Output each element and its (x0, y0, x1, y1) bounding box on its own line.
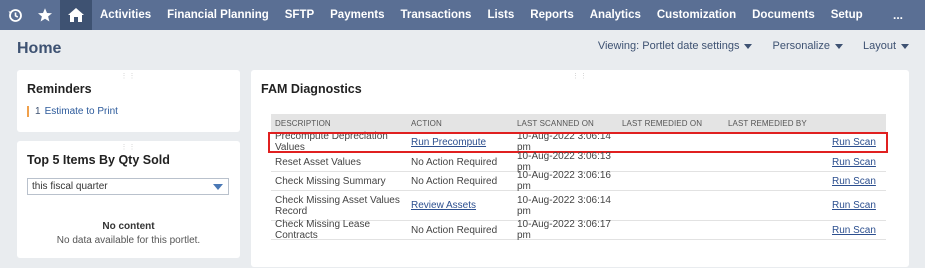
column-header: DESCRIPTION (275, 118, 331, 128)
date-range-select[interactable]: this fiscal quarter (27, 178, 229, 195)
nav-item-setup[interactable]: Setup (823, 9, 871, 21)
header-actions: Viewing: Portlet date settings Personali… (598, 40, 909, 52)
nav-item-financial-planning[interactable]: Financial Planning (159, 9, 277, 21)
table-row: Check Missing Lease Contracts No Action R… (271, 219, 886, 241)
recent-history-icon[interactable] (0, 0, 30, 30)
reminders-portlet: ⋮⋮ Reminders 1 Estimate to Print (17, 70, 240, 132)
top-navigation: Activities Financial Planning SFTP Payments… (0, 0, 925, 30)
fam-diagnostics-title: FAM Diagnostics (261, 82, 362, 96)
row-last-scanned: 10-Aug-2022 3:06:14 pm (517, 194, 611, 217)
row-scan-cell: Run Scan (828, 176, 886, 187)
reminder-indicator (27, 106, 29, 117)
personalize-label: Personalize (772, 40, 830, 52)
layout-button[interactable]: Layout (863, 40, 909, 52)
table-row: Precompute Depreciation Values Run Precom… (268, 131, 888, 153)
page-title: Home (17, 40, 62, 57)
row-scan-cell: Run Scan (828, 225, 886, 236)
action-status: No Action Required (411, 224, 498, 236)
column-header: LAST REMEDIED ON (622, 118, 703, 128)
nav-menu: Activities Financial Planning SFTP Payments… (92, 0, 871, 30)
action-status: No Action Required (411, 175, 498, 187)
action-link[interactable]: Review Assets (411, 200, 476, 211)
row-description: Check Missing Lease Contracts (275, 219, 371, 241)
table-body: Precompute Depreciation Values Run Precom… (268, 131, 888, 241)
chevron-down-icon (834, 43, 843, 49)
date-range-value: this fiscal quarter (32, 181, 108, 192)
fam-diagnostics-portlet: ⋮⋮ FAM Diagnostics DESCRIPTION ACTION LA… (251, 70, 909, 267)
top-items-title: Top 5 Items By Qty Sold (27, 153, 170, 167)
row-last-scanned: 10-Aug-2022 3:06:16 pm (517, 170, 611, 192)
row-action: Run Precompute (407, 137, 513, 148)
row-last-scanned: 10-Aug-2022 3:06:17 pm (517, 219, 611, 241)
nav-item-activities[interactable]: Activities (92, 9, 159, 21)
run-scan-link[interactable]: Run Scan (832, 157, 876, 168)
no-content-message: No data available for this portlet. (56, 235, 201, 246)
more-menu-button[interactable]: ... (871, 0, 925, 30)
row-scan-cell: Run Scan (828, 200, 886, 211)
viewing-label: Viewing: Portlet date settings (597, 40, 740, 52)
reminder-count: 1 (35, 106, 41, 117)
reminder-item[interactable]: 1 Estimate to Print (27, 106, 118, 117)
table-row: Check Missing Asset Values Record Review … (271, 191, 886, 221)
row-action: Review Assets (407, 200, 513, 211)
table-row: Check Missing Summary No Action Required 1… (271, 170, 886, 192)
viewing-portlet-date-settings[interactable]: Viewing: Portlet date settings (598, 40, 753, 52)
favorites-star-icon[interactable] (30, 0, 60, 30)
nav-item-reports[interactable]: Reports (522, 9, 581, 21)
row-action: No Action Required (407, 176, 513, 187)
nav-item-analytics[interactable]: Analytics (582, 9, 649, 21)
drag-handle-icon[interactable]: ⋮⋮ (121, 144, 137, 151)
row-scan-cell: Run Scan (828, 137, 886, 148)
column-header: LAST REMEDIED BY (728, 118, 807, 128)
action-status: No Action Required (411, 156, 498, 168)
top-items-portlet: ⋮⋮ Top 5 Items By Qty Sold this fiscal q… (17, 141, 240, 258)
row-description: Precompute Depreciation Values (275, 131, 388, 153)
nav-item-customization[interactable]: Customization (649, 9, 744, 21)
chevron-down-icon (213, 184, 223, 190)
home-icon[interactable] (60, 0, 92, 30)
layout-label: Layout (862, 40, 896, 52)
nav-item-documents[interactable]: Documents (744, 9, 823, 21)
drag-handle-icon[interactable]: ⋮⋮ (121, 73, 137, 80)
chevron-down-icon (901, 43, 909, 49)
chevron-down-icon (744, 43, 753, 49)
row-last-scanned: 10-Aug-2022 3:06:14 pm (517, 131, 611, 153)
column-header: LAST SCANNED ON (517, 118, 594, 128)
column-header: ACTION (411, 118, 442, 128)
row-action: No Action Required (407, 225, 513, 236)
action-link[interactable]: Run Precompute (411, 137, 486, 148)
reminder-link[interactable]: Estimate to Print (45, 106, 118, 117)
diagnostics-table: DESCRIPTION ACTION LAST SCANNED ON LAST … (268, 114, 888, 241)
row-description: Check Missing Summary (275, 175, 386, 187)
nav-item-lists[interactable]: Lists (479, 9, 522, 21)
drag-handle-icon[interactable]: ⋮⋮ (572, 73, 588, 80)
reminders-title: Reminders (27, 82, 92, 96)
run-scan-link[interactable]: Run Scan (832, 137, 876, 148)
personalize-button[interactable]: Personalize (772, 40, 843, 52)
no-content-title: No content (102, 221, 155, 232)
row-description: Reset Asset Values (275, 156, 361, 168)
run-scan-link[interactable]: Run Scan (832, 176, 876, 187)
row-action: No Action Required (407, 157, 513, 168)
run-scan-link[interactable]: Run Scan (832, 225, 876, 236)
table-header: DESCRIPTION ACTION LAST SCANNED ON LAST … (271, 114, 886, 132)
row-scan-cell: Run Scan (828, 157, 886, 168)
nav-item-transactions[interactable]: Transactions (392, 9, 479, 21)
nav-item-sftp[interactable]: SFTP (277, 9, 322, 21)
run-scan-link[interactable]: Run Scan (832, 200, 876, 211)
row-description: Check Missing Asset Values Record (275, 194, 400, 217)
nav-item-payments[interactable]: Payments (322, 9, 392, 21)
